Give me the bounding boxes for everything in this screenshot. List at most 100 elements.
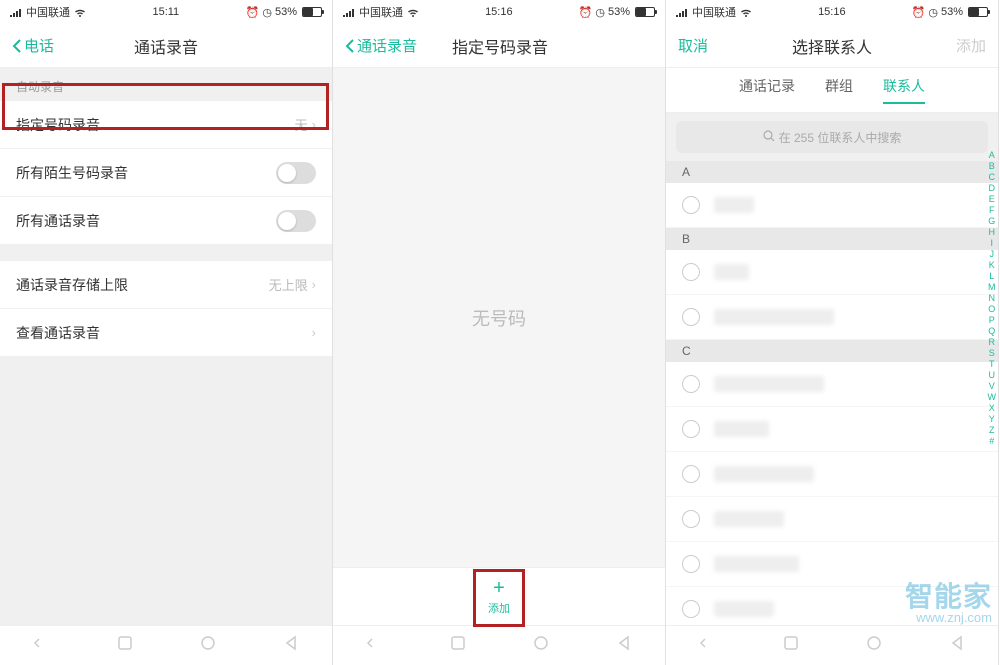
android-nav-bar — [666, 625, 998, 665]
index-letter[interactable]: H — [988, 227, 997, 237]
tab-calllog[interactable]: 通话记录 — [739, 76, 795, 104]
index-letter[interactable]: P — [988, 315, 997, 325]
contacts-list[interactable]: A B C — [666, 161, 998, 625]
index-letter[interactable]: E — [988, 194, 997, 204]
status-bar: 中国联通 15:16 ⏰ ◷ 53% — [666, 0, 998, 24]
android-nav-bar — [333, 625, 665, 665]
nav-menu-icon[interactable] — [699, 634, 717, 657]
radio-icon[interactable] — [682, 308, 700, 326]
index-letter[interactable]: V — [988, 381, 997, 391]
contact-item[interactable] — [666, 362, 998, 407]
empty-text: 无号码 — [472, 305, 526, 331]
alphabet-index[interactable]: ABCDEFGHIJKLMNOPQRSTUVWXYZ# — [988, 150, 997, 446]
index-letter[interactable]: U — [988, 370, 997, 380]
chevron-right-icon: › — [312, 277, 316, 292]
index-letter[interactable]: X — [988, 403, 997, 413]
battery-icon — [302, 7, 322, 17]
index-letter[interactable]: O — [988, 304, 997, 314]
index-letter[interactable]: L — [988, 271, 997, 281]
row-view-recordings[interactable]: 查看通话录音 › — [0, 309, 332, 357]
carrier-label: 中国联通 — [692, 4, 736, 20]
radio-icon[interactable] — [682, 555, 700, 573]
highlight-annotation — [2, 83, 329, 130]
index-letter[interactable]: Z — [988, 425, 997, 435]
back-button[interactable]: 电话 — [12, 35, 82, 56]
nav-home-icon[interactable] — [865, 634, 883, 657]
add-button[interactable]: 添加 — [916, 35, 986, 56]
header: 取消 选择联系人 添加 — [666, 24, 998, 68]
back-button[interactable]: 通话录音 — [345, 35, 417, 56]
page-title: 通话录音 — [82, 34, 250, 58]
radio-icon[interactable] — [682, 263, 700, 281]
radio-icon[interactable] — [682, 600, 700, 618]
tab-group[interactable]: 群组 — [825, 76, 853, 104]
contact-name-blurred — [714, 601, 774, 617]
nav-back-icon[interactable] — [283, 635, 299, 656]
row-stranger-recording[interactable]: 所有陌生号码录音 — [0, 149, 332, 197]
index-letter[interactable]: F — [988, 205, 997, 215]
status-time: 15:11 — [152, 6, 179, 18]
signal-icon — [10, 7, 22, 17]
nav-recent-icon[interactable] — [450, 635, 466, 656]
index-letter[interactable]: Y — [988, 414, 997, 424]
nav-menu-icon[interactable] — [33, 634, 51, 657]
index-letter[interactable]: G — [988, 216, 997, 226]
contact-name-blurred — [714, 376, 824, 392]
radio-icon[interactable] — [682, 375, 700, 393]
battery-icon — [968, 7, 988, 17]
alarm-icon: ⏰ — [912, 6, 926, 19]
index-letter[interactable]: N — [988, 293, 997, 303]
index-letter[interactable]: D — [988, 183, 997, 193]
alarm-icon: ⏰ — [579, 6, 593, 19]
cancel-button[interactable]: 取消 — [678, 35, 748, 56]
nav-home-icon[interactable] — [532, 634, 550, 657]
radio-icon[interactable] — [682, 196, 700, 214]
nav-recent-icon[interactable] — [117, 635, 133, 656]
toggle-switch[interactable] — [276, 210, 316, 232]
row-all-calls-recording[interactable]: 所有通话录音 — [0, 197, 332, 245]
carrier-label: 中国联通 — [359, 4, 403, 20]
index-letter[interactable]: K — [988, 260, 997, 270]
index-letter[interactable]: J — [988, 249, 997, 259]
wifi-icon — [740, 7, 752, 17]
index-letter[interactable]: W — [988, 392, 997, 402]
contact-item[interactable] — [666, 250, 998, 295]
index-letter[interactable]: C — [988, 172, 997, 182]
index-letter[interactable]: R — [988, 337, 997, 347]
index-letter[interactable]: # — [988, 436, 997, 446]
contact-item[interactable] — [666, 183, 998, 228]
status-time: 15:16 — [818, 6, 846, 18]
row-label: 所有陌生号码录音 — [16, 163, 128, 183]
nav-home-icon[interactable] — [199, 634, 217, 657]
index-letter[interactable]: B — [988, 161, 997, 171]
index-letter[interactable]: Q — [988, 326, 997, 336]
radio-icon[interactable] — [682, 510, 700, 528]
nav-back-icon[interactable] — [616, 635, 632, 656]
toggle-switch[interactable] — [276, 162, 316, 184]
index-letter[interactable]: I — [988, 238, 997, 248]
contact-item[interactable] — [666, 587, 998, 625]
screen-select-contact: 中国联通 15:16 ⏰ ◷ 53% 取消 选择联系人 添加 通话记录 群组 联… — [666, 0, 999, 665]
contact-item[interactable] — [666, 295, 998, 340]
index-letter[interactable]: A — [988, 150, 997, 160]
row-storage-limit[interactable]: 通话录音存储上限 无上限 › — [0, 261, 332, 309]
nav-recent-icon[interactable] — [783, 635, 799, 656]
search-input[interactable]: 在 255 位联系人中搜索 — [676, 121, 988, 153]
nav-menu-icon[interactable] — [366, 634, 384, 657]
index-letter[interactable]: S — [988, 348, 997, 358]
contact-name-blurred — [714, 264, 749, 280]
wifi-icon — [407, 7, 419, 17]
highlight-annotation — [473, 569, 525, 627]
index-letter[interactable]: M — [988, 282, 997, 292]
row-label: 所有通话录音 — [16, 211, 100, 231]
nav-back-icon[interactable] — [949, 635, 965, 656]
contact-item[interactable] — [666, 542, 998, 587]
radio-icon[interactable] — [682, 420, 700, 438]
tab-contacts[interactable]: 联系人 — [883, 76, 925, 104]
contact-item[interactable] — [666, 452, 998, 497]
index-letter[interactable]: T — [988, 359, 997, 369]
radio-icon[interactable] — [682, 465, 700, 483]
contact-item[interactable] — [666, 407, 998, 452]
contact-item[interactable] — [666, 497, 998, 542]
battery-percent: 53% — [275, 6, 297, 18]
